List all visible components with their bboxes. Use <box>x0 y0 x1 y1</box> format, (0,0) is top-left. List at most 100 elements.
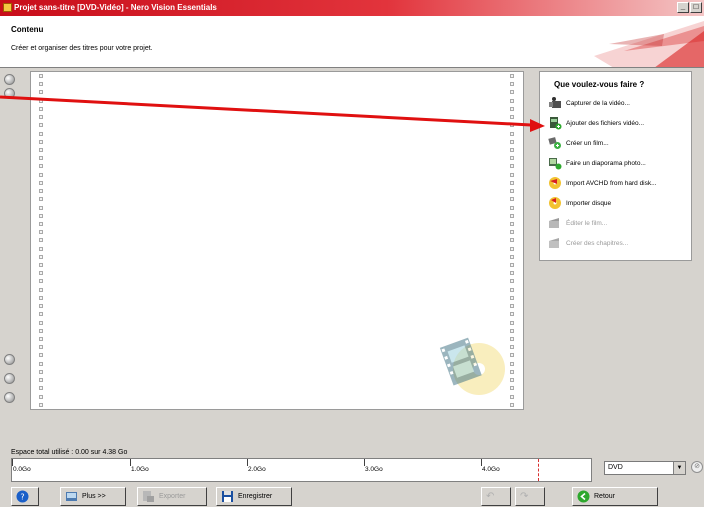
film-perforation <box>39 263 43 268</box>
film-perforation <box>510 82 514 87</box>
film-perforation <box>39 337 43 341</box>
film-perforation <box>39 213 43 218</box>
film-perforation <box>39 98 43 103</box>
back-button[interactable]: Retour <box>572 487 658 506</box>
film-perforation <box>39 156 43 161</box>
film-perforation <box>39 82 43 87</box>
film-perforation <box>39 115 43 120</box>
menu-item-create-movie[interactable]: Créer un film... <box>548 134 688 152</box>
undo-button[interactable]: ↶ <box>481 487 511 506</box>
film-perforation <box>39 320 43 325</box>
nero-header-artwork <box>594 21 704 67</box>
page-title: Contenu <box>11 25 44 34</box>
film-perforation <box>510 205 514 210</box>
usage-scale-tick <box>130 459 131 466</box>
film-perforation <box>39 197 43 202</box>
menu-item-import-avchd[interactable]: Import AVCHD from hard disk... <box>548 174 688 192</box>
film-perforation <box>510 156 514 161</box>
help-icon: ? <box>16 490 29 503</box>
window-titlebar: Projet sans-titre [DVD-Vidéo] - Nero Vis… <box>0 0 704 16</box>
more-options-icon <box>66 492 77 501</box>
film-perforation <box>39 106 43 111</box>
film-perforation <box>510 295 514 300</box>
export-button[interactable]: Exporter <box>137 487 207 506</box>
move-down-button[interactable] <box>4 88 15 99</box>
move-up-button[interactable] <box>4 74 15 85</box>
undo-icon: ↶ <box>486 491 495 502</box>
film-perforation <box>510 386 514 391</box>
avchd-import-icon <box>549 177 561 189</box>
slideshow-icon <box>549 158 562 170</box>
film-perforation <box>510 246 514 251</box>
film-perforation <box>39 369 43 374</box>
film-perforation <box>39 90 43 95</box>
film-perforation <box>510 378 514 383</box>
usage-scale-tick <box>481 459 482 466</box>
film-perforation <box>510 320 514 325</box>
usage-scale-label: 0.0Go <box>13 466 31 473</box>
film-perforation <box>510 115 514 120</box>
menu-item-add-video-files[interactable]: Ajouter des fichiers vidéo... <box>548 114 688 132</box>
film-perforation <box>510 337 514 341</box>
redo-button[interactable]: ↷ <box>515 487 545 506</box>
film-perforation <box>39 271 43 276</box>
camera-icon <box>549 97 561 108</box>
minimize-button[interactable]: _ <box>677 2 689 13</box>
film-perforation <box>510 254 514 259</box>
film-perforation <box>510 345 514 350</box>
usage-scale-label: 3.0Go <box>365 466 383 473</box>
disc-usage-label: Espace total utilisé : 0.00 sur 4.38 Go <box>11 449 128 456</box>
film-perforation <box>510 394 514 399</box>
more-button[interactable]: Plus >> <box>60 487 126 506</box>
film-perforation <box>510 189 514 194</box>
svg-text:?: ? <box>20 493 24 502</box>
disc-type-select[interactable]: DVD ▼ <box>604 461 686 475</box>
edit-movie-icon <box>549 218 559 228</box>
film-perforation <box>39 295 43 300</box>
usage-scale-label: 4.0Go <box>482 466 500 473</box>
maximize-button[interactable]: □ <box>690 2 702 13</box>
play-button[interactable] <box>4 354 15 365</box>
bottom-toolbar: ? Plus >> Exporter Enregistrer ↶ ↷ Retou… <box>0 485 704 507</box>
dvd-film-watermark-icon <box>439 337 505 395</box>
film-perforation <box>510 353 514 358</box>
film-perforation <box>39 172 43 177</box>
menu-item-capture-video[interactable]: Capturer de la vidéo... <box>548 94 688 112</box>
redo-icon: ↷ <box>520 491 529 502</box>
menu-item-import-disc[interactable]: Importer disque <box>548 194 688 212</box>
zoom-out-button[interactable] <box>4 392 15 403</box>
usage-scale-tick <box>247 459 248 466</box>
menu-item-create-chapters[interactable]: Créer des chapitres... <box>548 234 688 252</box>
film-perforation <box>39 238 43 243</box>
film-perforation <box>510 263 514 268</box>
film-perforation <box>510 131 514 136</box>
film-perforation <box>39 221 43 226</box>
menu-item-photo-slideshow[interactable]: Faire un diaporama photo... <box>548 154 688 172</box>
window-title: Projet sans-titre [DVD-Vidéo] - Nero Vis… <box>14 3 217 12</box>
film-perforation <box>39 164 43 169</box>
zoom-in-button[interactable] <box>4 373 15 384</box>
menu-item-edit-movie[interactable]: Éditer le film... <box>548 214 688 232</box>
film-perforation <box>39 139 43 144</box>
app-icon <box>3 3 12 12</box>
film-perforation <box>510 238 514 243</box>
actions-panel-title: Que voulez-vous faire ? <box>554 80 645 89</box>
film-perforation <box>39 279 43 284</box>
chapters-icon <box>549 238 559 248</box>
usage-scale-tick <box>364 459 365 466</box>
title-list-area[interactable] <box>30 71 524 410</box>
film-perforation <box>510 172 514 177</box>
film-perforation <box>510 213 514 218</box>
back-arrow-icon <box>577 490 590 503</box>
film-perforation <box>510 328 514 333</box>
film-perforation <box>39 304 43 309</box>
film-perforation <box>39 386 43 391</box>
save-button[interactable]: Enregistrer <box>216 487 292 506</box>
film-perforation <box>510 279 514 284</box>
disc-usage-bar: 0.0Go 1.0Go 2.0Go 3.0Go 4.0Go <box>11 458 592 482</box>
help-button[interactable]: ? <box>11 487 39 506</box>
usage-scale-tick <box>12 459 13 466</box>
options-icon[interactable]: ⊘ <box>691 461 703 473</box>
film-perforation <box>39 205 43 210</box>
film-perforations-left <box>39 74 44 407</box>
